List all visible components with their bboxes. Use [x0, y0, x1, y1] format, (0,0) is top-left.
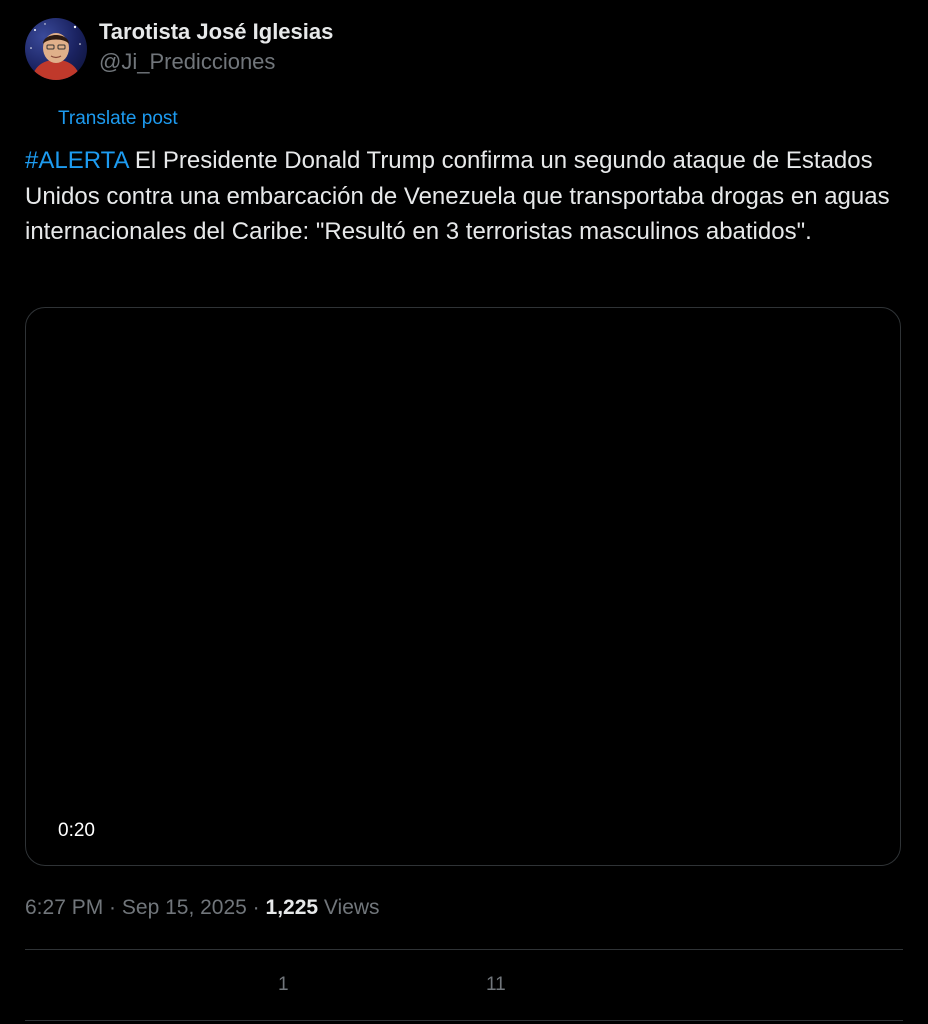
author-display-name[interactable]: Tarotista José Iglesias [99, 18, 333, 46]
translate-post-link[interactable]: Translate post [58, 108, 178, 130]
post-header: Tarotista José Iglesias @Ji_Predicciones [25, 18, 333, 80]
meta-separator: · [246, 896, 266, 919]
post-text: #ALERTA El Presidente Donald Trump confi… [25, 143, 905, 250]
author-handle[interactable]: @Ji_Predicciones [99, 48, 333, 76]
action-bar: 1 11 [25, 974, 903, 1004]
views-count: 1,225 [265, 896, 319, 919]
retweet-count[interactable]: 11 [486, 974, 506, 996]
post-body: El Presidente Donald Trump confirma un s… [25, 147, 890, 245]
video-player[interactable]: 0:20 [25, 307, 901, 866]
avatar[interactable] [25, 18, 87, 80]
post-time[interactable]: 6:27 PM [25, 896, 103, 919]
avatar-portrait-icon [30, 23, 81, 80]
divider [25, 949, 903, 950]
post-date[interactable]: Sep 15, 2025 [122, 896, 247, 919]
divider [25, 1020, 903, 1021]
post-meta: 6:27 PM · Sep 15, 2025 · 1,225 Views [25, 896, 380, 920]
views-label: Views [318, 896, 380, 919]
reply-count[interactable]: 1 [278, 974, 289, 996]
video-duration: 0:20 [58, 820, 95, 841]
hashtag-link[interactable]: #ALERTA [25, 147, 128, 174]
author-names: Tarotista José Iglesias @Ji_Predicciones [99, 19, 333, 76]
meta-separator: · [103, 896, 122, 919]
